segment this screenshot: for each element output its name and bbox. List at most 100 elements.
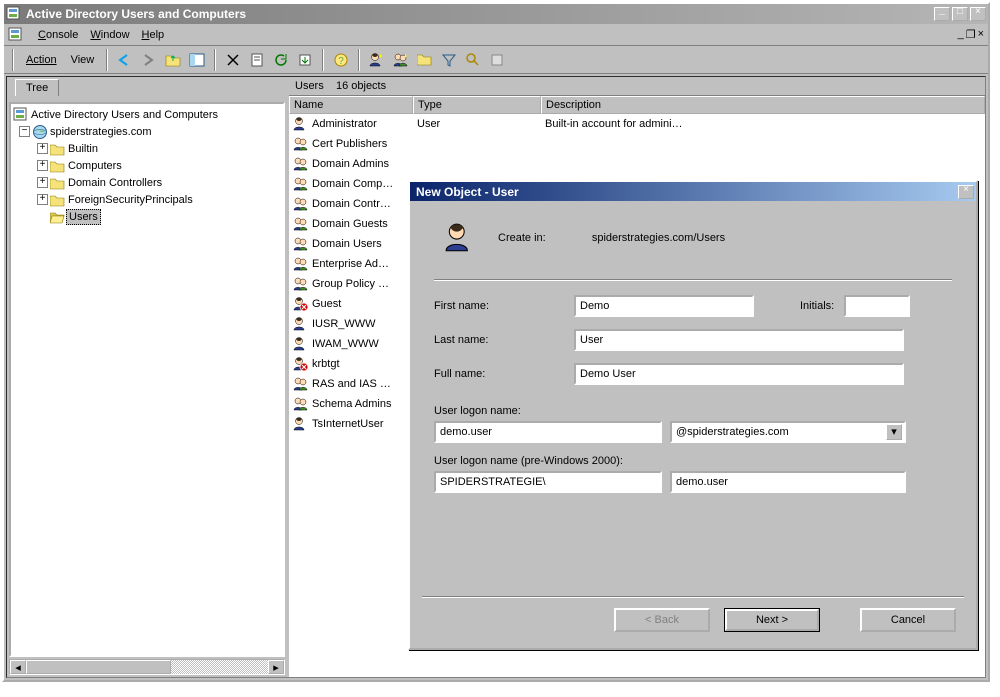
full-name-field[interactable] — [574, 363, 904, 385]
menu-window[interactable]: Window — [84, 27, 135, 43]
logon-name-field[interactable] — [434, 421, 662, 443]
mdi-minimize-button[interactable]: _ — [958, 28, 964, 41]
export-icon[interactable] — [294, 49, 316, 71]
mdi-close-button[interactable]: × — [978, 28, 984, 41]
toolbar-action[interactable]: Action — [20, 54, 63, 66]
first-name-label: First name: — [434, 300, 574, 312]
globe-icon — [32, 124, 48, 140]
menu-console[interactable]: Console — [32, 27, 84, 43]
nav-back-icon[interactable] — [114, 49, 136, 71]
dropdown-icon[interactable]: ▾ — [886, 424, 902, 440]
group-icon — [293, 216, 309, 232]
mdi-icon — [8, 27, 24, 43]
nav-forward-icon[interactable] — [138, 49, 160, 71]
next-button[interactable]: Next > — [724, 608, 820, 632]
list-item-name: IWAM_WWW — [312, 338, 379, 350]
column-type[interactable]: Type — [413, 96, 541, 114]
dialog-close-button[interactable]: × — [958, 185, 974, 199]
folder-open-icon — [50, 210, 66, 224]
tree-node-computers[interactable]: +Computers — [13, 157, 281, 174]
last-name-field[interactable] — [574, 329, 904, 351]
tree-node-builtin[interactable]: + Builtin — [13, 140, 281, 157]
tree-domain[interactable]: − spiderstrategies.com — [13, 123, 281, 140]
tree-node-users[interactable]: Users — [13, 208, 281, 225]
group-icon — [293, 256, 309, 272]
minimize-button[interactable]: _ — [934, 7, 950, 21]
refresh-icon[interactable] — [270, 49, 292, 71]
logon-domain-value: @spiderstrategies.com — [676, 426, 789, 438]
group-icon — [293, 276, 309, 292]
tree-node-label: Domain Controllers — [66, 176, 164, 190]
list-container-name: Users — [295, 80, 324, 92]
back-button[interactable]: < Back — [614, 608, 710, 632]
delete-icon[interactable] — [222, 49, 244, 71]
list-item-type: User — [413, 118, 541, 130]
tree-node-label: ForeignSecurityPrincipals — [66, 193, 195, 207]
group-icon — [293, 156, 309, 172]
new-user-dialog: New Object - User × Create in: spiderstr… — [408, 180, 978, 650]
column-name[interactable]: Name — [289, 96, 413, 114]
dialog-title: New Object - User — [412, 185, 958, 199]
tree-root[interactable]: Active Directory Users and Computers — [13, 106, 281, 123]
list-item[interactable]: AdministratorUserBuilt-in account for ad… — [289, 114, 985, 134]
expand-icon[interactable]: + — [37, 160, 48, 171]
new-ou-icon[interactable] — [414, 49, 436, 71]
tree-node-label: Builtin — [66, 142, 100, 156]
list-item-desc: Built-in account for admini… — [541, 118, 985, 130]
tree-node-domain controllers[interactable]: + Domain Controllers — [13, 174, 281, 191]
new-group-icon[interactable] — [390, 49, 412, 71]
find-icon[interactable] — [462, 49, 484, 71]
tree-body[interactable]: Active Directory Users and Computers − s… — [9, 102, 285, 657]
expand-icon[interactable]: + — [37, 177, 48, 188]
dialog-titlebar: New Object - User × — [410, 182, 976, 201]
logon-pre-name-field[interactable] — [670, 471, 906, 493]
create-in-path: spiderstrategies.com/Users — [592, 232, 725, 244]
maximize-button[interactable]: □ — [952, 7, 968, 21]
collapse-icon[interactable]: − — [19, 126, 30, 137]
filter-icon[interactable] — [438, 49, 460, 71]
folder-icon — [50, 142, 66, 156]
tree-node-foreignsecurityprincipals[interactable]: + ForeignSecurityPrincipals — [13, 191, 281, 208]
tab-tree[interactable]: Tree — [15, 79, 59, 96]
expand-icon[interactable]: + — [37, 194, 48, 205]
folder-icon — [50, 176, 66, 190]
list-item[interactable]: Domain Admins — [289, 154, 985, 174]
scroll-right-icon[interactable]: ▸ — [268, 660, 284, 674]
scroll-track[interactable] — [26, 660, 268, 674]
folder-icon — [50, 193, 66, 207]
tree-horizontal-scrollbar[interactable]: ◂ ▸ — [9, 659, 285, 675]
dialog-footer: < Back Next > Cancel — [410, 598, 976, 648]
column-description[interactable]: Description — [541, 96, 985, 114]
help-icon[interactable]: ? — [330, 49, 352, 71]
tree-tab-bar: Tree — [7, 77, 287, 102]
group-icon — [293, 376, 309, 392]
scroll-thumb[interactable] — [26, 660, 171, 674]
menu-help[interactable]: Help — [136, 27, 171, 43]
close-button[interactable]: × — [970, 7, 986, 21]
logon-domain-select[interactable]: @spiderstrategies.com ▾ — [670, 421, 906, 443]
list-item-name: Domain Guests — [312, 218, 388, 230]
last-name-label: Last name: — [434, 334, 574, 346]
up-folder-icon[interactable] — [162, 49, 184, 71]
logon-pre-label: User logon name (pre-Windows 2000): — [434, 455, 623, 467]
list-item-name: RAS and IAS … — [312, 378, 391, 390]
group-icon — [293, 176, 309, 192]
list-item-name: Domain Users — [312, 238, 382, 250]
misc-icon[interactable] — [486, 49, 508, 71]
mdi-restore-button[interactable]: ❐ — [966, 28, 976, 41]
scroll-left-icon[interactable]: ◂ — [10, 660, 26, 674]
initials-field[interactable] — [844, 295, 910, 317]
logon-label: User logon name: — [434, 405, 521, 417]
properties-icon[interactable] — [246, 49, 268, 71]
list-item-name: IUSR_WWW — [312, 318, 376, 330]
list-item[interactable]: Cert Publishers — [289, 134, 985, 154]
first-name-field[interactable] — [574, 295, 754, 317]
user-icon — [293, 416, 309, 432]
new-user-icon[interactable] — [366, 49, 388, 71]
svg-text:?: ? — [338, 56, 344, 67]
expand-icon[interactable]: + — [37, 143, 48, 154]
cancel-button[interactable]: Cancel — [860, 608, 956, 632]
titlebar: Active Directory Users and Computers _ □… — [4, 4, 988, 24]
show-hide-tree-icon[interactable] — [186, 49, 208, 71]
toolbar-view[interactable]: View — [65, 54, 101, 66]
